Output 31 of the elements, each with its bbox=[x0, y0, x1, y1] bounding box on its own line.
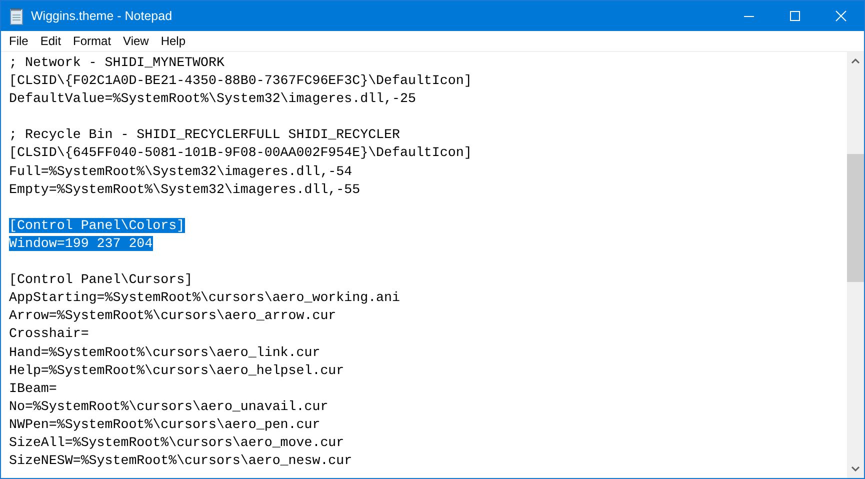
text-line: [Control Panel\Cursors] bbox=[9, 272, 193, 288]
menu-item[interactable]: Help bbox=[154, 32, 192, 50]
scrollbar-thumb[interactable] bbox=[847, 154, 864, 282]
menu-item[interactable]: View bbox=[117, 32, 155, 50]
window-title: Wiggins.theme - Notepad bbox=[31, 9, 172, 23]
text-line: Arrow=%SystemRoot%\cursors\aero_arrow.cur bbox=[9, 308, 336, 324]
text-line: [CLSID\{645FF040-5081-101B-9F08-00AA002F954E}\DefaultIcon] bbox=[9, 145, 472, 160]
menu-item[interactable]: Format bbox=[67, 32, 118, 50]
text-line: SizeNESW=%SystemRoot%\cursors\aero_nesw.cur bbox=[9, 453, 352, 468]
text-line: Empty=%SystemRoot%\System32\imageres.dll,-55 bbox=[9, 182, 360, 197]
text-line: DefaultValue=%SystemRoot%\System32\imageres.dll,-25 bbox=[9, 91, 416, 106]
text-line: [CLSID\{F02C1A0D-BE21-4350-88B0-7367FC96EF3C}\DefaultIcon] bbox=[9, 73, 472, 88]
text-line: Help=%SystemRoot%\cursors\aero_helpsel.cur bbox=[9, 362, 344, 378]
text-line: ; Network - SHIDI_MYNETWORK bbox=[9, 55, 224, 70]
text-line: Crosshair= bbox=[9, 326, 89, 342]
notepad-icon bbox=[9, 7, 25, 25]
scroll-up-icon[interactable] bbox=[851, 58, 860, 64]
menu-item[interactable]: Edit bbox=[34, 32, 68, 50]
text-line: NWPen=%SystemRoot%\cursors\aero_pen.cur bbox=[9, 416, 320, 432]
vertical-scrollbar[interactable] bbox=[847, 52, 864, 478]
text-line: IBeam= bbox=[9, 380, 57, 396]
maximize-icon bbox=[789, 10, 801, 22]
text-line: No=%SystemRoot%\cursors\aero_unavail.cur bbox=[9, 398, 328, 414]
text-line: SizeAll=%SystemRoot%\cursors\aero_move.cur bbox=[9, 434, 344, 450]
menu-item[interactable]: File bbox=[3, 32, 34, 50]
text-line: Full=%SystemRoot%\System32\imageres.dll,-54 bbox=[9, 164, 352, 179]
text-line: AppStarting=%SystemRoot%\cursors\aero_working.ani bbox=[9, 290, 400, 306]
text-line: Hand=%SystemRoot%\cursors\aero_link.cur bbox=[9, 344, 320, 360]
text-line: ; Recycle Bin - SHIDI_RECYCLERFULL SHIDI_RECYCLER bbox=[9, 127, 400, 142]
close-icon bbox=[835, 10, 847, 22]
scroll-down-icon[interactable] bbox=[851, 466, 860, 472]
